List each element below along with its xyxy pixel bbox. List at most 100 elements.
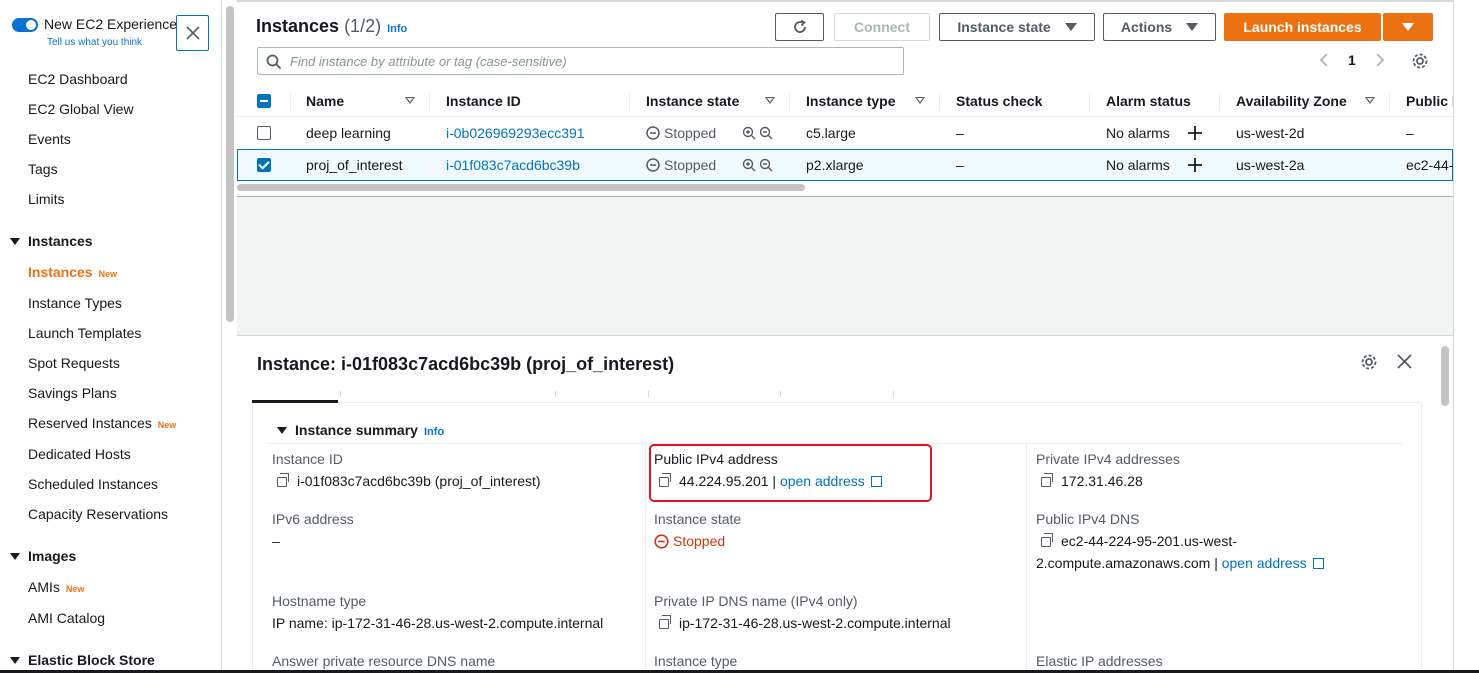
- table-header: Name Instance ID Instance state Instance…: [237, 86, 1456, 117]
- sidebar-item-capacity-reservations[interactable]: Capacity Reservations: [28, 506, 168, 522]
- stopped-icon: [646, 158, 660, 172]
- gear-icon[interactable]: [1360, 353, 1378, 371]
- detail-tabs: [252, 391, 1422, 403]
- sidebar-item-ec2-global-view[interactable]: EC2 Global View: [28, 101, 134, 117]
- availability-zone: us-west-2a: [1236, 157, 1305, 173]
- instance-summary-header[interactable]: Instance summary Info: [277, 422, 444, 438]
- sort-icon[interactable]: [405, 97, 415, 104]
- column-instance-id[interactable]: Instance ID: [446, 93, 521, 109]
- sidebar: New EC2 Experience Tell us what you thin…: [0, 0, 222, 673]
- open-address-link[interactable]: open address: [1222, 555, 1307, 571]
- page-title: Instances (1/2) Info: [256, 16, 408, 36]
- sidebar-item-instance-types[interactable]: Instance Types: [28, 295, 122, 311]
- external-link-icon[interactable]: [1312, 558, 1324, 569]
- public-dns-label: Public IPv4 DNS: [1036, 511, 1140, 527]
- private-dns-value: ip-172-31-46-28.us-west-2.compute.intern…: [659, 615, 951, 631]
- sort-icon[interactable]: [765, 97, 775, 104]
- external-link-icon[interactable]: [870, 476, 882, 487]
- refresh-button[interactable]: [775, 13, 824, 41]
- sidebar-item-events[interactable]: Events: [28, 131, 71, 147]
- info-link[interactable]: Info: [424, 426, 444, 438]
- row-checkbox[interactable]: [257, 158, 271, 172]
- sidebar-section-images[interactable]: Images: [10, 548, 76, 564]
- sort-icon[interactable]: [1365, 97, 1375, 104]
- close-icon[interactable]: [1397, 354, 1412, 369]
- actions-dropdown[interactable]: Actions: [1103, 13, 1216, 41]
- column-instance-type[interactable]: Instance type: [806, 93, 895, 109]
- private-dns-label: Private IP DNS name (IPv4 only): [654, 593, 858, 609]
- table-row[interactable]: proj_of_interest i-01f083c7acd6bc39b Sto…: [237, 149, 1453, 181]
- gear-icon[interactable]: [1411, 52, 1429, 70]
- launch-instances-button[interactable]: Launch instances: [1224, 13, 1381, 41]
- column-name[interactable]: Name: [306, 93, 344, 109]
- instance-type: c5.large: [806, 125, 856, 141]
- select-all-checkbox[interactable]: [257, 94, 271, 108]
- search-input[interactable]: Find instance by attribute or tag (case-…: [257, 47, 904, 75]
- instance-type: p2.xlarge: [806, 157, 864, 173]
- instance-id-value: i-01f083c7acd6bc39b (proj_of_interest): [277, 473, 541, 489]
- sidebar-item-tags[interactable]: Tags: [28, 161, 58, 177]
- open-address-link[interactable]: open address: [780, 473, 865, 489]
- column-alarm-status[interactable]: Alarm status: [1106, 93, 1191, 109]
- copy-icon[interactable]: [659, 473, 671, 487]
- column-availability-zone[interactable]: Availability Zone: [1236, 93, 1347, 109]
- connect-button[interactable]: Connect: [834, 13, 930, 41]
- stopped-icon: [654, 534, 669, 549]
- close-sidebar-button[interactable]: [176, 15, 209, 51]
- instance-id-link[interactable]: i-01f083c7acd6bc39b: [446, 157, 580, 173]
- sidebar-item-reserved-instances[interactable]: Reserved Instances New: [28, 415, 176, 431]
- copy-icon[interactable]: [277, 473, 289, 487]
- new-badge: New: [157, 420, 177, 430]
- caret-down-icon: [10, 237, 20, 245]
- next-page-icon[interactable]: [1374, 52, 1386, 68]
- table-row[interactable]: deep learning i-0b026969293ecc391 Stoppe…: [237, 117, 1453, 149]
- instance-state-dropdown[interactable]: Instance state: [939, 13, 1095, 41]
- caret-down-icon: [1402, 23, 1414, 31]
- sidebar-section-elastic-block-store[interactable]: Elastic Block Store: [10, 652, 155, 668]
- previous-page-icon[interactable]: [1318, 52, 1330, 68]
- zoom-in-icon[interactable]: [742, 158, 756, 172]
- copy-icon[interactable]: [659, 615, 671, 629]
- instance-state: Stopped: [646, 125, 716, 141]
- sidebar-item-scheduled-instances[interactable]: Scheduled Instances: [28, 476, 158, 492]
- instance-id-link[interactable]: i-0b026969293ecc391: [446, 125, 585, 141]
- sidebar-item-savings-plans[interactable]: Savings Plans: [28, 385, 117, 401]
- status-check: –: [956, 125, 964, 141]
- sidebar-item-instances[interactable]: Instances New: [28, 264, 117, 280]
- new-experience-toggle[interactable]: [12, 18, 38, 32]
- sidebar-item-limits[interactable]: Limits: [28, 191, 65, 207]
- caret-down-icon: [10, 552, 20, 560]
- ipv6-value: –: [272, 533, 280, 549]
- column-status-check[interactable]: Status check: [956, 93, 1042, 109]
- zoom-out-icon[interactable]: [759, 126, 773, 140]
- zoom-in-icon[interactable]: [742, 126, 756, 140]
- sort-icon[interactable]: [915, 97, 925, 104]
- copy-icon[interactable]: [1041, 473, 1053, 487]
- copy-icon[interactable]: [1041, 533, 1053, 547]
- feedback-link[interactable]: Tell us what you think: [47, 37, 142, 48]
- info-link[interactable]: Info: [387, 23, 407, 35]
- caret-down-icon: [10, 656, 20, 664]
- public-ipv4-value: 44.224.95.201 | open address: [659, 473, 882, 489]
- sidebar-item-amis[interactable]: AMIs New: [28, 579, 84, 595]
- column-instance-state[interactable]: Instance state: [646, 93, 739, 109]
- refresh-icon: [793, 19, 806, 33]
- current-page[interactable]: 1: [1348, 52, 1356, 68]
- table-horizontal-scrollbar[interactable]: [237, 184, 805, 191]
- sidebar-item-spot-requests[interactable]: Spot Requests: [28, 355, 120, 371]
- add-alarm-icon[interactable]: [1188, 158, 1202, 172]
- search-placeholder: Find instance by attribute or tag (case-…: [290, 54, 567, 69]
- sidebar-item-dedicated-hosts[interactable]: Dedicated Hosts: [28, 446, 131, 462]
- row-checkbox[interactable]: [257, 126, 271, 140]
- sidebar-item-ec2-dashboard[interactable]: EC2 Dashboard: [28, 71, 128, 87]
- sidebar-scrollbar[interactable]: [226, 6, 234, 322]
- launch-options-dropdown[interactable]: [1383, 13, 1433, 41]
- sidebar-section-instances[interactable]: Instances: [10, 233, 93, 249]
- sidebar-item-ami-catalog[interactable]: AMI Catalog: [28, 610, 105, 626]
- add-alarm-icon[interactable]: [1188, 126, 1202, 140]
- zoom-out-icon[interactable]: [759, 158, 773, 172]
- sidebar-item-launch-templates[interactable]: Launch Templates: [28, 325, 141, 341]
- ipv6-label: IPv6 address: [272, 511, 354, 527]
- detail-scrollbar[interactable]: [1441, 346, 1449, 406]
- column-public-ipv4[interactable]: Public I: [1406, 93, 1456, 109]
